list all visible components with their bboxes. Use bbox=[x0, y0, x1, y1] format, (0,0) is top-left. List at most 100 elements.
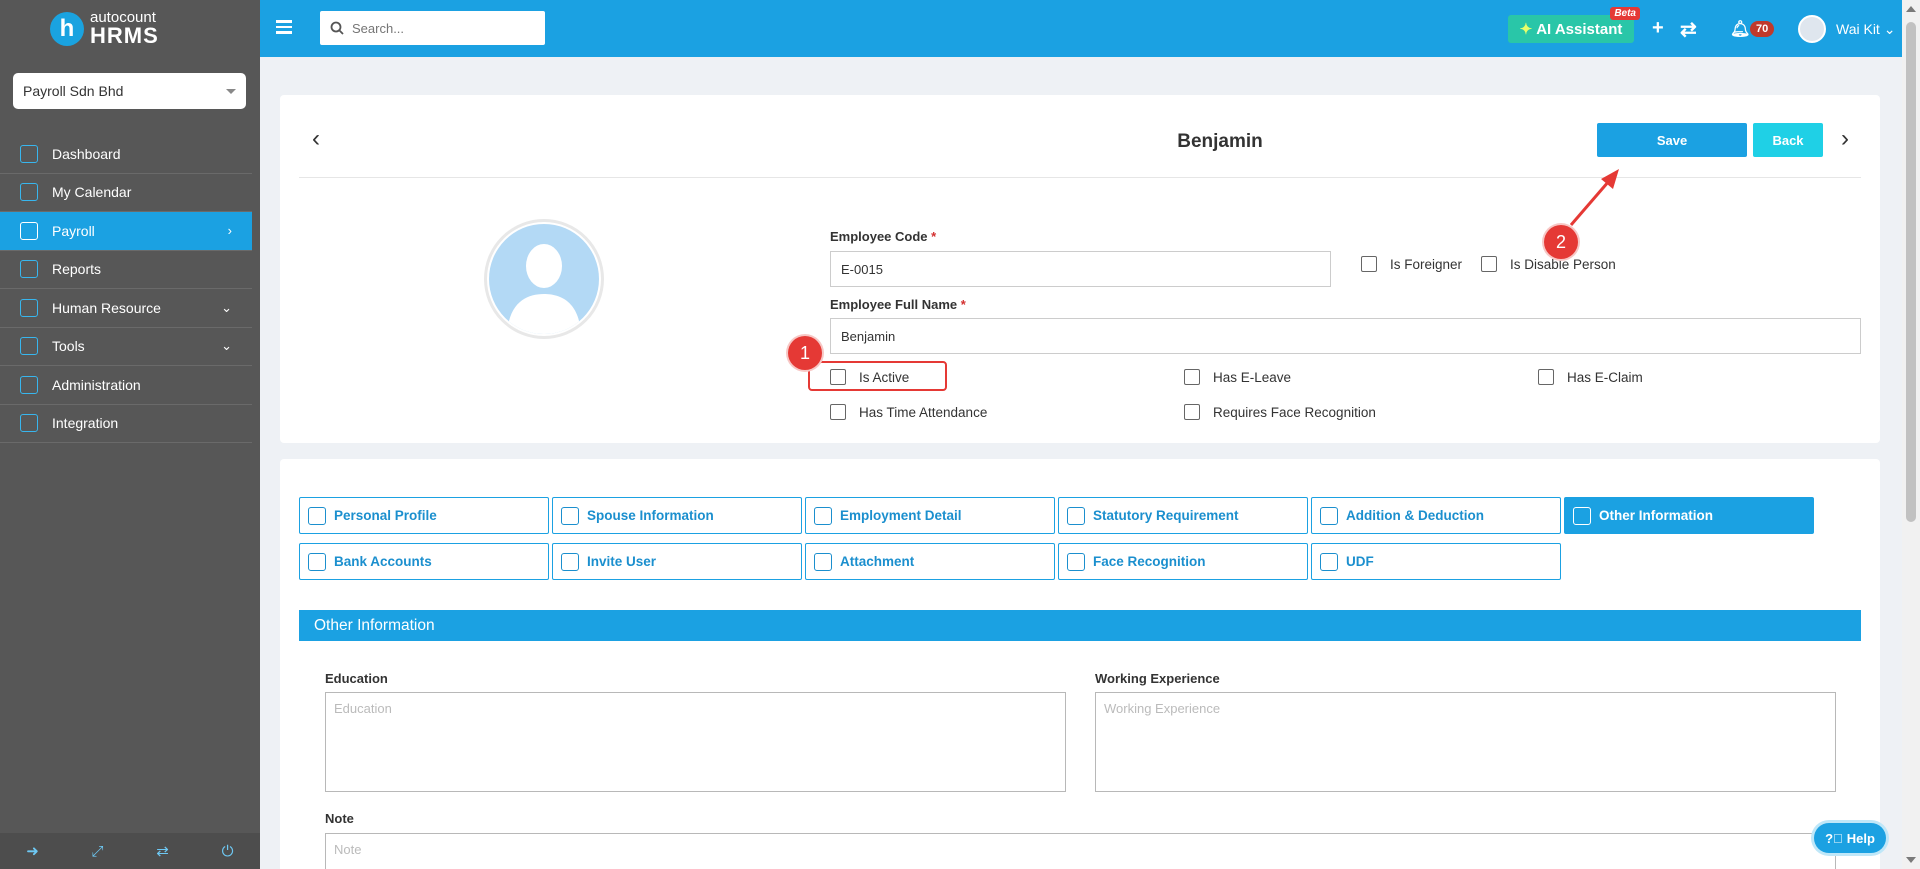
sidebar-item-label: My Calendar bbox=[52, 184, 132, 201]
fullscreen-icon[interactable]: ⤢ bbox=[90, 843, 106, 860]
sidebar-item-dashboard[interactable]: Dashboard bbox=[0, 135, 252, 174]
employee-name-label: Employee Full Name * bbox=[830, 297, 966, 312]
has-eclaim-checkbox[interactable]: Has E-Claim bbox=[1538, 369, 1643, 385]
sidebar-item-tools[interactable]: Tools ⌄ bbox=[0, 328, 252, 366]
tab-addition-deduction[interactable]: Addition & Deduction bbox=[1311, 497, 1561, 534]
sidebar-item-payroll[interactable]: Payroll › bbox=[0, 212, 252, 251]
sidebar-footer: ➜ ⤢ ⇄ ⏻ bbox=[0, 833, 260, 869]
working-experience-label: Working Experience bbox=[1095, 671, 1220, 686]
person-silhouette-icon bbox=[489, 224, 599, 334]
company-select[interactable]: Payroll Sdn Bhd bbox=[13, 73, 246, 109]
tab-face-recognition[interactable]: Face Recognition bbox=[1058, 543, 1308, 580]
is-foreigner-checkbox[interactable]: Is Foreigner bbox=[1361, 256, 1462, 272]
employee-header-card: ‹ Benjamin Save Back › Employee Code * E… bbox=[280, 95, 1880, 443]
search-box[interactable] bbox=[320, 11, 545, 45]
section-header: Other Information bbox=[299, 610, 1861, 641]
help-button[interactable]: ?⃝ Help bbox=[1814, 823, 1886, 853]
bell-icon[interactable]: 🔔︎ bbox=[1730, 19, 1750, 39]
attachment-icon bbox=[814, 552, 832, 571]
profile-icon bbox=[308, 506, 326, 525]
sidebar: h autocount HRMS Payroll Sdn Bhd Dashboa… bbox=[0, 0, 260, 869]
sidebar-item-label: Human Resource bbox=[52, 299, 161, 316]
sidebar-nav: Dashboard My Calendar Payroll › Reports … bbox=[0, 135, 252, 443]
admin-icon bbox=[20, 375, 38, 394]
tab-statutory-requirement[interactable]: Statutory Requirement bbox=[1058, 497, 1308, 534]
scroll-down-icon[interactable] bbox=[1906, 857, 1916, 863]
search-icon bbox=[330, 21, 344, 35]
previous-record-icon[interactable]: ‹ bbox=[312, 125, 320, 153]
checkbox-label: Is Foreigner bbox=[1390, 256, 1463, 272]
calendar-icon bbox=[20, 183, 38, 202]
sidebar-item-label: Dashboard bbox=[52, 145, 121, 162]
sidebar-item-integration[interactable]: Integration bbox=[0, 405, 252, 443]
tab-label: Addition & Deduction bbox=[1346, 508, 1484, 523]
sidebar-item-label: Administration bbox=[52, 376, 141, 393]
scroll-up-icon[interactable] bbox=[1906, 6, 1916, 12]
user-menu[interactable]: Wai Kit ⌄ bbox=[1836, 21, 1895, 38]
clipboard-icon bbox=[814, 506, 832, 525]
back-button[interactable]: Back bbox=[1753, 123, 1823, 157]
scroll-thumb[interactable] bbox=[1906, 22, 1916, 522]
tab-personal-profile[interactable]: Personal Profile bbox=[299, 497, 549, 534]
tab-label: Employment Detail bbox=[840, 508, 962, 523]
tools-icon bbox=[20, 337, 38, 356]
page-title: Benjamin bbox=[1177, 131, 1263, 152]
is-disable-person-checkbox[interactable]: Is Disable Person bbox=[1481, 256, 1616, 272]
has-eleave-checkbox[interactable]: Has E-Leave bbox=[1184, 369, 1291, 385]
brand-logo[interactable]: h autocount HRMS bbox=[0, 0, 260, 57]
tab-bank-accounts[interactable]: Bank Accounts bbox=[299, 543, 549, 580]
tab-other-information[interactable]: Other Information bbox=[1564, 497, 1814, 534]
employee-name-field[interactable]: Benjamin bbox=[830, 318, 1861, 354]
employee-code-label: Employee Code * bbox=[830, 229, 937, 244]
money-icon bbox=[1320, 506, 1338, 525]
tab-label: Personal Profile bbox=[334, 508, 437, 523]
sidebar-item-administration[interactable]: Administration bbox=[0, 366, 252, 405]
tab-udf[interactable]: UDF bbox=[1311, 543, 1561, 580]
company-select-value: Payroll Sdn Bhd bbox=[23, 83, 124, 99]
sidebar-item-reports[interactable]: Reports bbox=[0, 251, 252, 289]
chevron-down-icon bbox=[226, 88, 236, 94]
tab-invite-user[interactable]: Invite User bbox=[552, 543, 802, 580]
tab-attachment[interactable]: Attachment bbox=[805, 543, 1055, 580]
working-experience-field[interactable]: Working Experience bbox=[1095, 692, 1836, 792]
tab-label: Other Information bbox=[1599, 508, 1713, 523]
statutory-icon bbox=[1067, 506, 1085, 525]
ai-assistant-button[interactable]: ✦ AI Assistant Beta bbox=[1508, 7, 1640, 43]
annotation-marker-1: 1 bbox=[788, 336, 822, 370]
save-button[interactable]: Save bbox=[1597, 123, 1747, 157]
logout-icon[interactable]: ➜ bbox=[25, 843, 41, 860]
page-scrollbar[interactable] bbox=[1902, 0, 1920, 869]
sidebar-item-human-resource[interactable]: Human Resource ⌄ bbox=[0, 289, 252, 328]
tab-employment-detail[interactable]: Employment Detail bbox=[805, 497, 1055, 534]
search-input[interactable] bbox=[352, 20, 532, 36]
beta-badge: Beta bbox=[1610, 7, 1640, 20]
power-icon[interactable]: ⏻ bbox=[220, 843, 236, 860]
sparkle-icon: ✦ bbox=[1519, 21, 1533, 38]
brand-bottom-text: HRMS bbox=[90, 23, 159, 48]
employee-details-card: Personal Profile Spouse Information Empl… bbox=[280, 459, 1880, 869]
tab-label: Spouse Information bbox=[587, 508, 714, 523]
help-icon: ?⃝ bbox=[1825, 830, 1843, 846]
avatar[interactable] bbox=[1798, 15, 1826, 43]
next-record-icon[interactable]: › bbox=[1841, 125, 1849, 153]
note-field[interactable]: Note bbox=[325, 833, 1836, 869]
bank-icon bbox=[308, 552, 326, 571]
has-time-attendance-checkbox[interactable]: Has Time Attendance bbox=[830, 404, 987, 420]
education-field[interactable]: Education bbox=[325, 692, 1066, 792]
logo-icon: h bbox=[50, 11, 84, 46]
checkbox-label: Has Time Attendance bbox=[859, 404, 988, 420]
sidebar-item-my-calendar[interactable]: My Calendar bbox=[0, 174, 252, 212]
hamburger-menu-icon[interactable] bbox=[276, 20, 292, 37]
refresh-icon[interactable]: ⇄ bbox=[1680, 17, 1697, 42]
employee-photo[interactable] bbox=[484, 219, 604, 339]
translate-icon[interactable]: ⇄ bbox=[155, 843, 171, 860]
checkbox-label: Requires Face Recognition bbox=[1213, 404, 1376, 420]
tab-spouse-information[interactable]: Spouse Information bbox=[552, 497, 802, 534]
requires-face-recognition-checkbox[interactable]: Requires Face Recognition bbox=[1184, 404, 1376, 420]
plus-icon[interactable]: + bbox=[1652, 17, 1664, 40]
employee-code-field[interactable]: E-0015 bbox=[830, 251, 1331, 287]
couple-icon bbox=[561, 506, 579, 525]
notification-badge: 70 bbox=[1750, 21, 1775, 37]
dashboard-icon bbox=[20, 144, 38, 163]
tab-label: UDF bbox=[1346, 554, 1374, 569]
